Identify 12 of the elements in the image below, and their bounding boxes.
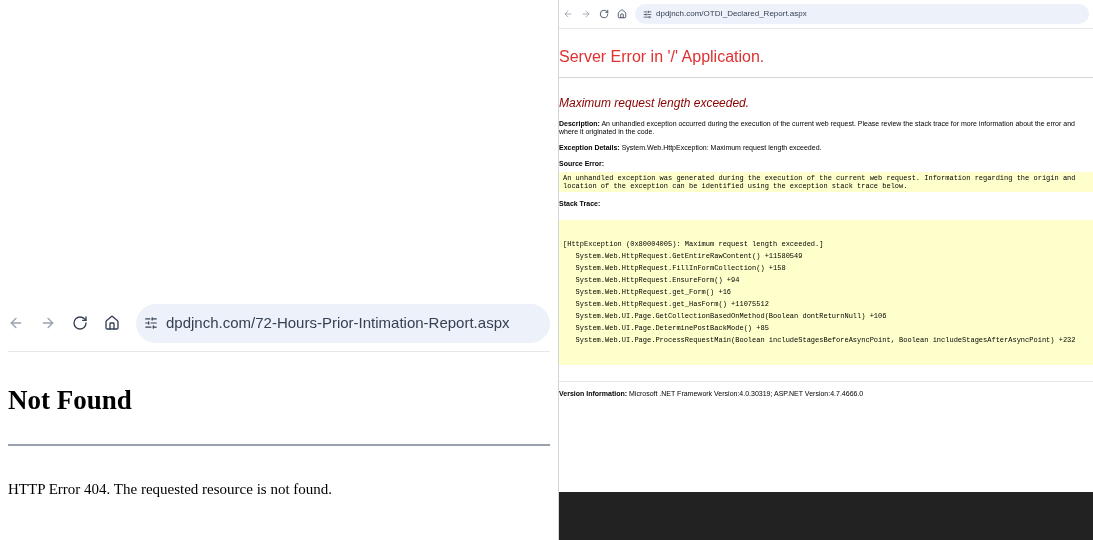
error-message: HTTP Error 404. The requested resource is not found.	[7, 480, 334, 499]
home-icon[interactable]	[617, 9, 627, 19]
error-subtitle: Maximum request length exceeded.	[559, 95, 751, 112]
address-bar[interactable]: dpdjnch.com/OTDI_Declared_Report.aspx	[635, 4, 1089, 24]
error-title: Server Error in '/' Application.	[559, 47, 766, 67]
home-icon[interactable]	[104, 315, 120, 332]
site-settings-icon[interactable]	[144, 316, 158, 331]
site-settings-icon[interactable]	[643, 9, 652, 19]
reload-icon[interactable]	[72, 315, 88, 332]
address-bar[interactable]: dpdjnch.com/72-Hours-Prior-Intimation-Report.aspx	[136, 304, 550, 343]
reload-icon[interactable]	[599, 9, 609, 19]
page-heading: Not Found	[7, 383, 133, 417]
